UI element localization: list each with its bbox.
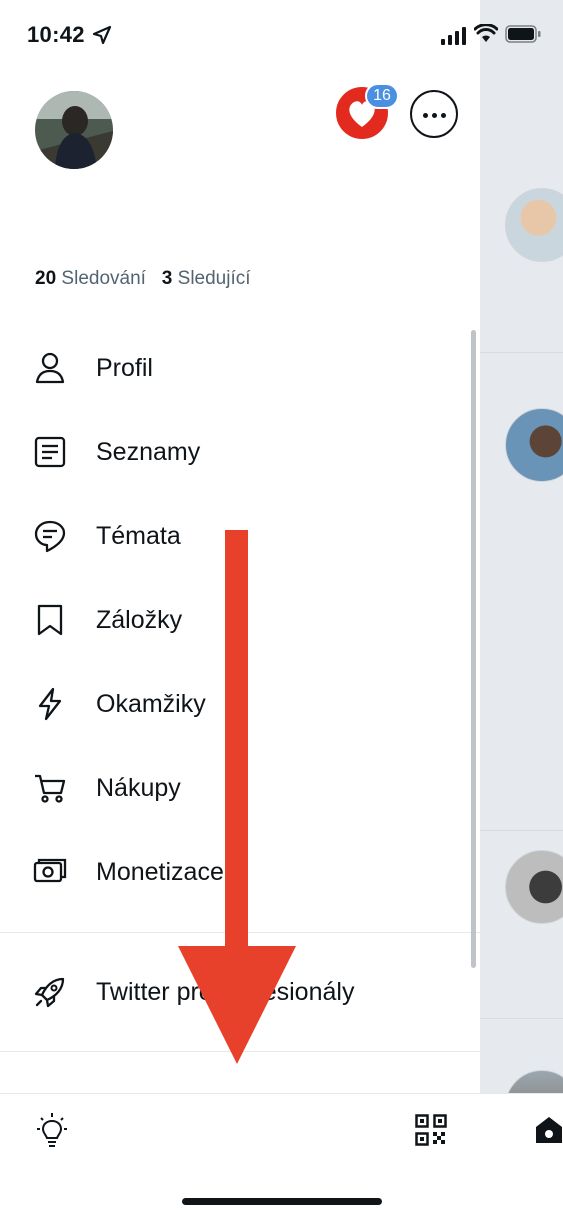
feed-divider bbox=[480, 352, 563, 353]
menu-label: Záložky bbox=[96, 606, 183, 634]
feed-divider bbox=[480, 830, 563, 831]
menu-label: Seznamy bbox=[96, 438, 201, 466]
account-name-redacted bbox=[25, 183, 150, 243]
wifi-icon bbox=[474, 24, 498, 42]
red-down-arrow-annotation bbox=[178, 530, 296, 1064]
status-time: 10:42 bbox=[27, 22, 85, 47]
menu-label: Profil bbox=[96, 354, 153, 382]
menu-item-lists[interactable]: Seznamy bbox=[0, 410, 480, 494]
qr-code-icon[interactable] bbox=[415, 1114, 447, 1146]
feed-avatar[interactable] bbox=[505, 188, 563, 262]
home-icon[interactable] bbox=[534, 1115, 563, 1145]
background-feed bbox=[480, 0, 563, 1218]
feed-divider bbox=[480, 1018, 563, 1019]
feed-avatar[interactable] bbox=[505, 850, 563, 924]
list-icon bbox=[34, 436, 66, 468]
bookmark-icon bbox=[37, 604, 63, 636]
location-arrow-icon bbox=[92, 25, 112, 45]
lightbulb-icon[interactable] bbox=[33, 1112, 71, 1150]
feed-avatar[interactable] bbox=[505, 408, 563, 482]
drawer-scrollbar[interactable] bbox=[471, 330, 476, 968]
money-icon bbox=[33, 858, 67, 883]
person-icon bbox=[35, 352, 65, 384]
topics-icon bbox=[34, 520, 66, 553]
menu-label: Témata bbox=[96, 522, 181, 550]
menu-item-profile[interactable]: Profil bbox=[0, 326, 480, 410]
notification-badge: 16 bbox=[365, 83, 399, 109]
cellular-signal-icon bbox=[441, 27, 466, 45]
status-bar: 10:42 bbox=[0, 0, 563, 70]
following-link[interactable]: 20 Sledování bbox=[35, 268, 146, 289]
followers-link[interactable]: 3 Sledující bbox=[162, 268, 251, 289]
battery-icon bbox=[505, 25, 541, 43]
cart-icon bbox=[35, 774, 66, 803]
rocket-icon bbox=[34, 977, 65, 1008]
home-indicator[interactable] bbox=[182, 1198, 382, 1205]
profile-avatar[interactable] bbox=[35, 91, 113, 169]
menu-label: Nákupy bbox=[96, 774, 181, 802]
follow-stats: 20 Sledování 3 Sledující bbox=[35, 268, 251, 290]
feed-tab-bar bbox=[480, 1093, 563, 1219]
more-options-button[interactable] bbox=[410, 90, 458, 138]
lightning-icon bbox=[38, 687, 62, 721]
